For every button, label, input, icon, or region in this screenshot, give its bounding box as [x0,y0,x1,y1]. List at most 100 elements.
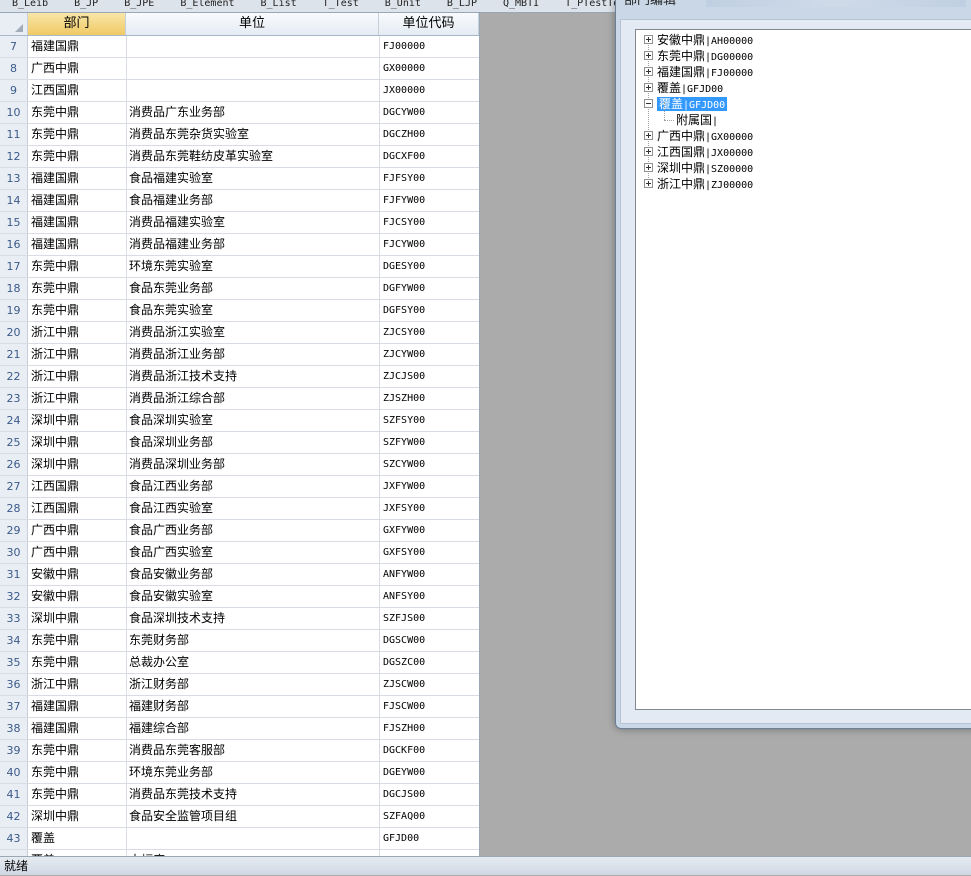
row-number[interactable]: 13 [0,168,28,189]
cell-dept[interactable]: 深圳中鼎 [28,608,127,629]
cell-code[interactable]: DGFYW00 [379,278,479,299]
cell-dept[interactable]: 浙江中鼎 [28,366,127,387]
cell-unit[interactable]: 食品福建实验室 [126,168,380,189]
cell-code[interactable]: GFJD00 [379,828,479,849]
row-number[interactable]: 7 [0,36,28,57]
cell-unit[interactable] [126,58,380,79]
tree-node[interactable]: 深圳中鼎|SZ00000 [644,160,753,176]
cell-dept[interactable]: 东莞中鼎 [28,652,127,673]
cell-code[interactable]: DGSZC00 [379,652,479,673]
cell-unit[interactable]: 消费品东莞鞋纺皮革实验室 [126,146,380,167]
cell-unit[interactable]: 食品深圳技术支持 [126,608,380,629]
cell-unit[interactable]: 消费品浙江实验室 [126,322,380,343]
cell-dept[interactable]: 安徽中鼎 [28,564,127,585]
expand-icon[interactable] [644,51,653,60]
row-number[interactable]: 30 [0,542,28,563]
cell-code[interactable]: JXFYW00 [379,476,479,497]
collapse-icon[interactable] [644,99,653,108]
tree-node[interactable]: 安徽中鼎|AH00000 [644,32,753,48]
cell-code[interactable]: SZFSY00 [379,410,479,431]
expand-icon[interactable] [644,35,653,44]
cell-unit[interactable]: 食品安全监管项目组 [126,806,380,827]
cell-unit[interactable]: 食品福建业务部 [126,190,380,211]
row-number[interactable]: 23 [0,388,28,409]
row-number[interactable]: 12 [0,146,28,167]
row-number[interactable]: 39 [0,740,28,761]
cell-code[interactable]: GXFYW00 [379,520,479,541]
cell-unit[interactable]: 消费品福建业务部 [126,234,380,255]
row-number[interactable]: 16 [0,234,28,255]
cell-code[interactable]: FJSCW00 [379,696,479,717]
cell-unit[interactable]: 消费品东莞客服部 [126,740,380,761]
row-number[interactable]: 21 [0,344,28,365]
cell-dept[interactable]: 东莞中鼎 [28,102,127,123]
sheet-tab[interactable]: B_Unit [373,0,435,12]
cell-code[interactable]: DGESY00 [379,256,479,277]
cell-code[interactable]: SZFYW00 [379,432,479,453]
cell-code[interactable]: FJCSY00 [379,212,479,233]
cell-unit[interactable]: 消费品浙江技术支持 [126,366,380,387]
cell-dept[interactable]: 深圳中鼎 [28,806,127,827]
cell-code[interactable]: ZJSCW00 [379,674,479,695]
cell-unit[interactable]: 环境东莞业务部 [126,762,380,783]
cell-unit[interactable]: 食品安徽实验室 [126,586,380,607]
cell-code[interactable]: GX00000 [379,58,479,79]
cell-unit[interactable]: 食品东莞实验室 [126,300,380,321]
cell-unit[interactable]: 总裁办公室 [126,652,380,673]
cell-dept[interactable]: 浙江中鼎 [28,388,127,409]
cell-unit[interactable]: 食品江西业务部 [126,476,380,497]
sheet-tab[interactable]: T_Test [311,0,373,12]
cell-code[interactable]: ZJCSY00 [379,322,479,343]
column-header-dept[interactable]: 部门 [28,13,126,35]
row-number[interactable]: 8 [0,58,28,79]
cell-dept[interactable]: 东莞中鼎 [28,784,127,805]
cell-code[interactable]: DGSCW00 [379,630,479,651]
expand-icon[interactable] [644,83,653,92]
tree-node[interactable]: 覆盖|GFJD00 [644,96,728,112]
sheet-tab[interactable]: Q_MBTI [491,0,553,12]
cell-unit[interactable]: 食品广西业务部 [126,520,380,541]
expand-icon[interactable] [644,67,653,76]
cell-code[interactable]: FJ00000 [379,36,479,57]
row-number[interactable]: 27 [0,476,28,497]
cell-code[interactable]: SZCYW00 [379,454,479,475]
row-number[interactable]: 28 [0,498,28,519]
cell-dept[interactable]: 东莞中鼎 [28,146,127,167]
row-number[interactable]: 31 [0,564,28,585]
cell-code[interactable]: ZJCJS00 [379,366,479,387]
row-number[interactable]: 22 [0,366,28,387]
cell-unit[interactable]: 食品深圳实验室 [126,410,380,431]
row-number[interactable]: 32 [0,586,28,607]
row-number[interactable]: 40 [0,762,28,783]
cell-unit[interactable]: 食品东莞业务部 [126,278,380,299]
cell-unit[interactable]: 浙江财务部 [126,674,380,695]
cell-code[interactable]: JXFSY00 [379,498,479,519]
select-all-corner[interactable] [0,13,28,35]
cell-unit[interactable]: 消费品广东业务部 [126,102,380,123]
cell-dept[interactable]: 浙江中鼎 [28,344,127,365]
cell-unit[interactable]: 消费品浙江综合部 [126,388,380,409]
cell-unit[interactable] [126,80,380,101]
cell-dept[interactable]: 广西中鼎 [28,542,127,563]
cell-dept[interactable]: 广西中鼎 [28,520,127,541]
row-number[interactable]: 26 [0,454,28,475]
cell-unit[interactable]: 消费品浙江业务部 [126,344,380,365]
cell-code[interactable]: ANFSY00 [379,586,479,607]
tree-node[interactable]: 东莞中鼎|DG00000 [644,48,753,64]
cell-unit[interactable]: 食品安徽业务部 [126,564,380,585]
cell-unit[interactable]: 消费品东莞杂货实验室 [126,124,380,145]
cell-code[interactable]: SZFJS00 [379,608,479,629]
cell-dept[interactable]: 安徽中鼎 [28,586,127,607]
cell-dept[interactable]: 深圳中鼎 [28,410,127,431]
row-number[interactable]: 14 [0,190,28,211]
cell-code[interactable]: FJSZH00 [379,718,479,739]
row-number[interactable]: 17 [0,256,28,277]
cell-dept[interactable]: 东莞中鼎 [28,762,127,783]
cell-dept[interactable]: 覆盖 [28,828,127,849]
row-number[interactable]: 42 [0,806,28,827]
row-number[interactable]: 34 [0,630,28,651]
cell-dept[interactable]: 东莞中鼎 [28,256,127,277]
cell-unit[interactable]: 食品广西实验室 [126,542,380,563]
cell-code[interactable]: DGCJS00 [379,784,479,805]
tree-node[interactable]: 浙江中鼎|ZJ00000 [644,176,753,192]
